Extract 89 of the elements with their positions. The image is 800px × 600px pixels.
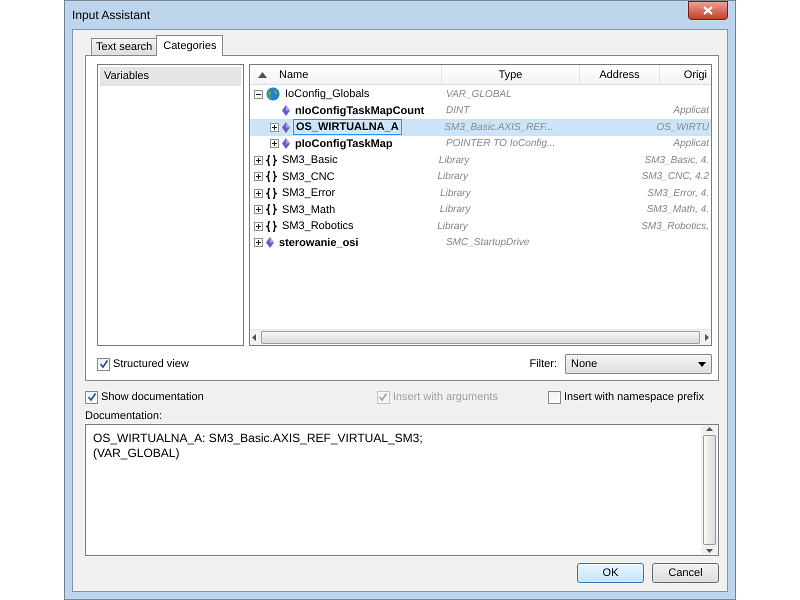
origin-text: SM3_Robotics, — [641, 220, 709, 232]
item-name: sterowanie_osi — [278, 236, 360, 250]
item-name: OS_WIRTUALNA_A — [293, 119, 402, 136]
origin-text: SM3_Error, 4. — [647, 188, 709, 199]
window-title: Input Assistant — [72, 7, 150, 24]
vertical-scrollbar[interactable] — [701, 425, 718, 555]
documentation-label: Documentation: — [85, 408, 164, 424]
scrollbar-thumb[interactable] — [261, 331, 700, 344]
braces-icon — [266, 204, 277, 216]
tree-row[interactable]: OS_WIRTUALNA_A SM3_Basic.AXIS_REF... OS_WIRTU — [250, 119, 711, 136]
filter-dropdown[interactable]: None — [565, 354, 712, 374]
origin-text: SM3_CNC, 4.2 — [642, 171, 710, 182]
tree-row[interactable]: SM3_Error Library SM3_Error, 4. — [250, 185, 711, 202]
item-name: SM3_Math — [281, 202, 336, 217]
item-name: SM3_Basic — [281, 153, 339, 168]
item-name: SM3_Error — [281, 186, 336, 200]
close-button[interactable] — [688, 1, 728, 20]
dialog-button[interactable]: Cancel — [652, 563, 719, 583]
scroll-right-icon[interactable] — [702, 333, 711, 342]
diamond-icon — [282, 122, 290, 133]
tree-row[interactable]: SM3_Basic Library SM3_Basic, 4. — [250, 152, 711, 168]
type-text: DINT — [446, 105, 470, 116]
expand-icon[interactable] — [254, 188, 263, 198]
item-name: nIoConfigTaskMapCount — [294, 104, 426, 118]
expand-icon[interactable] — [254, 238, 263, 248]
item-name: pIoConfigTaskMap — [294, 136, 394, 151]
type-text: POINTER TO IoConfig... — [446, 138, 556, 150]
close-icon — [703, 6, 713, 15]
diamond-icon — [266, 237, 274, 248]
origin-text: SM3_Math, 4. — [646, 204, 709, 216]
dropdown-arrow-icon — [698, 362, 706, 366]
column-header[interactable]: Name — [250, 65, 442, 84]
item-name: SM3_CNC — [281, 170, 336, 184]
type-text: Library — [437, 220, 468, 232]
origin-text: Applicat — [673, 138, 709, 150]
tree-row[interactable]: pIoConfigTaskMap POINTER TO IoConfig... Applicat — [250, 136, 711, 152]
diamond-icon — [282, 138, 290, 150]
dialog-button[interactable]: OK — [577, 563, 644, 583]
tab[interactable]: Categories — [156, 35, 224, 56]
checkbox[interactable] — [548, 390, 561, 404]
item-name: IoConfig_Globals — [284, 87, 370, 102]
origin-text: SM3_Basic, 4. — [644, 154, 710, 166]
item-name: SM3_Robotics — [281, 219, 355, 234]
expand-icon[interactable] — [254, 205, 263, 214]
braces-icon — [266, 171, 277, 182]
origin-text: OS_WIRTU — [656, 122, 709, 133]
tree-row[interactable]: SM3_Math Library SM3_Math, 4. — [250, 202, 711, 218]
braces-icon — [266, 188, 277, 199]
type-text: Library — [440, 188, 471, 199]
type-text: Library — [437, 171, 468, 182]
tree-row[interactable]: nIoConfigTaskMapCount DINT Applicat — [250, 102, 711, 119]
scroll-left-icon[interactable] — [250, 333, 259, 342]
type-text: SM3_Basic.AXIS_REF... — [444, 122, 554, 133]
type-text: SMC_StartupDrive — [446, 237, 530, 248]
braces-icon — [266, 220, 277, 232]
expand-icon[interactable] — [254, 156, 263, 165]
diamond-icon — [282, 105, 290, 116]
column-header[interactable]: Origi — [660, 65, 711, 84]
tab[interactable]: Text search — [91, 38, 158, 55]
braces-icon — [266, 154, 277, 166]
horizontal-scrollbar[interactable] — [250, 329, 711, 345]
checkbox[interactable] — [85, 390, 98, 404]
expand-icon[interactable] — [254, 172, 263, 182]
documentation-text: (VAR_GLOBAL) — [93, 446, 180, 461]
expand-icon[interactable] — [270, 122, 279, 132]
option-checkbox[interactable]: Show documentation — [85, 389, 204, 406]
sort-arrow-icon — [258, 72, 267, 78]
tree-row[interactable]: SM3_Robotics Library SM3_Robotics, — [250, 218, 711, 234]
column-header[interactable]: Address — [580, 65, 660, 84]
tree-row[interactable]: IoConfig_Globals VAR_GLOBAL — [250, 86, 711, 102]
column-header[interactable]: Type — [442, 65, 580, 84]
type-text: Library — [438, 154, 470, 166]
expand-icon[interactable] — [254, 222, 263, 231]
checkbox[interactable] — [97, 358, 110, 370]
tree-row[interactable]: SM3_CNC Library SM3_CNC, 4.2 — [250, 168, 711, 185]
option-checkbox: Insert with arguments — [376, 389, 498, 406]
globe-icon — [266, 87, 280, 102]
documentation-text: OS_WIRTUALNA_A: SM3_Basic.AXIS_REF_VIRTUAL_SM3; — [93, 431, 424, 446]
tree-row[interactable]: sterowanie_osi SMC_StartupDrive — [250, 234, 711, 251]
type-text: VAR_GLOBAL — [446, 88, 512, 100]
option-checkbox[interactable]: Insert with namespace prefix — [548, 389, 704, 406]
scrollbar-thumb[interactable] — [703, 435, 716, 545]
expand-icon[interactable] — [270, 139, 279, 148]
collapse-icon[interactable] — [254, 90, 263, 99]
type-text: Library — [440, 204, 470, 216]
origin-text: Applicat — [673, 105, 709, 116]
category-item[interactable]: Variables — [100, 67, 241, 86]
structured-view-checkbox[interactable]: Structured view — [97, 356, 189, 372]
filter-label: Filter: — [530, 356, 557, 372]
